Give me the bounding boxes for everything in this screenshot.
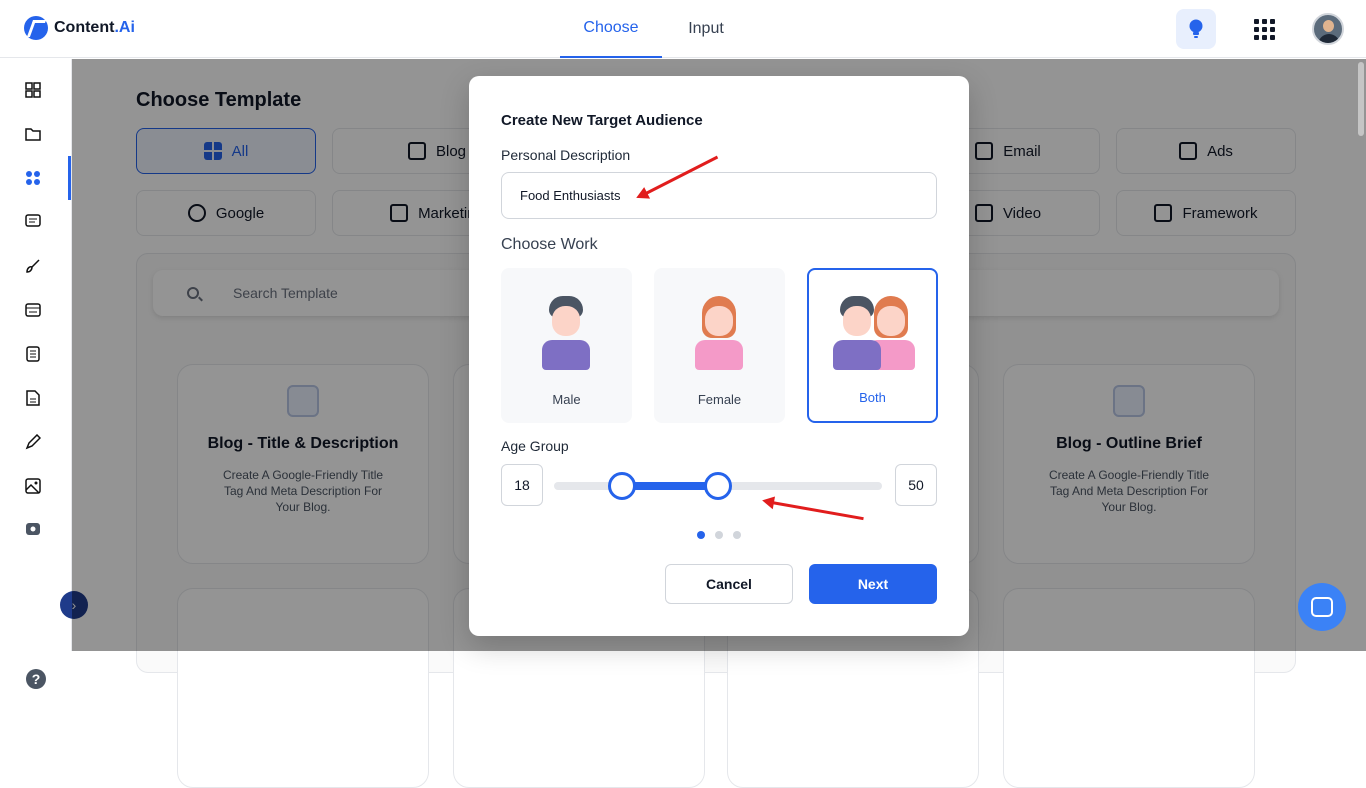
apps-grid-icon — [1253, 18, 1259, 24]
age-min-field[interactable]: 18 — [501, 464, 543, 506]
next-button[interactable]: Next — [809, 564, 937, 604]
age-min-handle[interactable] — [608, 472, 636, 500]
female-icon — [695, 294, 743, 370]
sidebar: ? — [0, 59, 72, 689]
chat-support-button[interactable] — [1298, 583, 1346, 631]
sidebar-dashboard-icon[interactable] — [22, 79, 44, 101]
male-icon — [542, 294, 590, 370]
top-tabs: Choose Input — [560, 0, 750, 58]
personal-description-label: Personal Description — [501, 147, 631, 163]
logo-icon — [24, 16, 48, 40]
age-max-field[interactable]: 50 — [895, 464, 937, 506]
option-label: Both — [859, 390, 886, 405]
option-female[interactable]: Female — [654, 268, 785, 423]
logo-text: Content.Ai — [54, 19, 135, 36]
option-male[interactable]: Male — [501, 268, 632, 423]
step-dot-active — [697, 531, 705, 539]
sidebar-folder-icon[interactable] — [22, 123, 44, 145]
lightbulb-icon — [1189, 19, 1203, 38]
modal-title: Create New Target Audience — [501, 112, 703, 129]
top-right-actions — [1176, 9, 1344, 49]
top-bar: Content.Ai Choose Input — [0, 0, 1366, 58]
apps-grid-button[interactable] — [1244, 9, 1284, 49]
age-range-slider[interactable] — [554, 472, 882, 500]
option-label: Male — [552, 392, 581, 407]
sidebar-brush-icon[interactable] — [22, 255, 44, 277]
chat-icon — [1311, 597, 1333, 617]
tab-choose[interactable]: Choose — [560, 0, 662, 58]
option-label: Female — [697, 392, 742, 407]
age-group-label: Age Group — [501, 438, 569, 454]
help-icon[interactable]: ? — [26, 669, 46, 689]
step-indicator — [697, 531, 741, 539]
personal-description-input[interactable]: Food Enthusiasts — [501, 172, 937, 219]
sidebar-document-icon[interactable] — [22, 343, 44, 365]
sidebar-chat-icon[interactable] — [22, 211, 44, 233]
sidebar-file-icon[interactable] — [22, 387, 44, 409]
step-dot — [733, 531, 741, 539]
sidebar-pencil-icon[interactable] — [22, 431, 44, 453]
step-dot — [715, 531, 723, 539]
cancel-button[interactable]: Cancel — [665, 564, 793, 604]
lightbulb-button[interactable] — [1176, 9, 1216, 49]
user-avatar[interactable] — [1312, 13, 1344, 45]
age-max-handle[interactable] — [704, 472, 732, 500]
create-audience-modal: Create New Target Audience Personal Desc… — [469, 76, 969, 636]
scrollbar[interactable] — [1358, 62, 1364, 136]
tab-input[interactable]: Input — [662, 0, 750, 58]
option-both[interactable]: Both — [807, 268, 938, 423]
sidebar-image-icon[interactable] — [22, 475, 44, 497]
choose-work-label: Choose Work — [501, 236, 598, 253]
sidebar-templates-icon[interactable] — [22, 156, 71, 200]
logo[interactable]: Content.Ai — [24, 16, 135, 40]
male-icon — [833, 294, 881, 370]
sidebar-list-icon[interactable] — [22, 299, 44, 321]
sidebar-support-icon[interactable] — [22, 519, 44, 541]
